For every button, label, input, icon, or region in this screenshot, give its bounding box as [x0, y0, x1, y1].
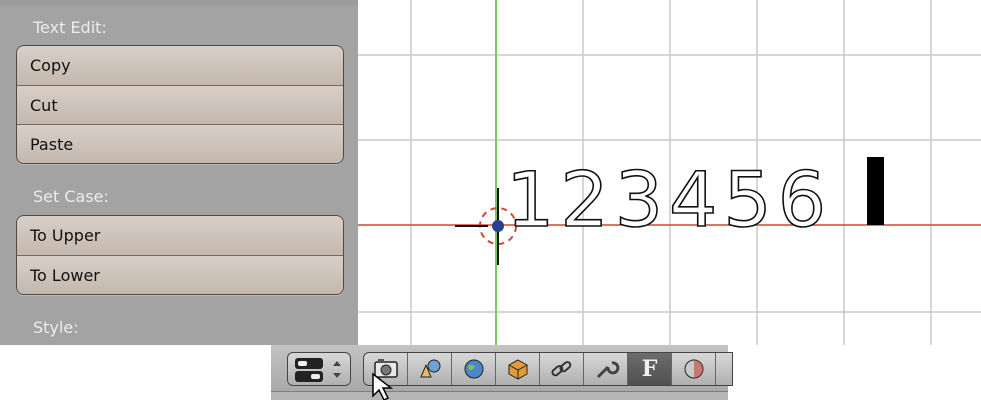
to-lower-button[interactable]: To Lower [17, 255, 343, 294]
text-edit-button-group: Copy Cut Paste [16, 45, 344, 164]
world-icon [464, 359, 483, 379]
text-edit-label: Text Edit: [33, 18, 107, 37]
properties-header: F [271, 345, 733, 400]
constraints-icon [550, 361, 571, 377]
object-icon [508, 359, 527, 380]
cut-button[interactable]: Cut [17, 85, 343, 124]
set-case-label: Set Case: [33, 187, 109, 206]
paste-button[interactable]: Paste [17, 124, 343, 163]
editor-type-selector[interactable] [287, 352, 351, 386]
tab-scene[interactable] [408, 353, 452, 385]
editor-type-icon [295, 358, 341, 382]
tab-object[interactable] [496, 353, 540, 385]
tab-modifiers[interactable] [584, 353, 628, 385]
copy-button[interactable]: Copy [17, 46, 343, 85]
material-icon [684, 359, 703, 379]
text-cursor [867, 157, 884, 225]
tab-world[interactable] [452, 353, 496, 385]
to-upper-button[interactable]: To Upper [17, 216, 343, 255]
viewport-canvas: 123456 [358, 0, 981, 345]
panel-top-strip [0, 0, 358, 6]
properties-header-bar: F [271, 345, 733, 392]
set-case-button-group: To Upper To Lower [16, 215, 344, 295]
scene-icon [419, 359, 440, 378]
mouse-pointer-icon [372, 372, 394, 400]
tab-constraints[interactable] [540, 353, 584, 385]
tool-shelf-panel: Text Edit: Copy Cut Paste Set Case: To U… [0, 0, 358, 345]
text-object: 123456 [506, 155, 832, 244]
3d-viewport[interactable]: 123456 [358, 0, 981, 345]
properties-tabs: F [363, 352, 733, 386]
modifiers-icon [596, 361, 619, 379]
tab-font-data[interactable]: F [628, 353, 672, 385]
font-data-icon: F [641, 356, 658, 382]
properties-header-bottom [271, 393, 728, 400]
style-label: Style: [33, 318, 79, 337]
tab-material[interactable] [672, 353, 716, 385]
